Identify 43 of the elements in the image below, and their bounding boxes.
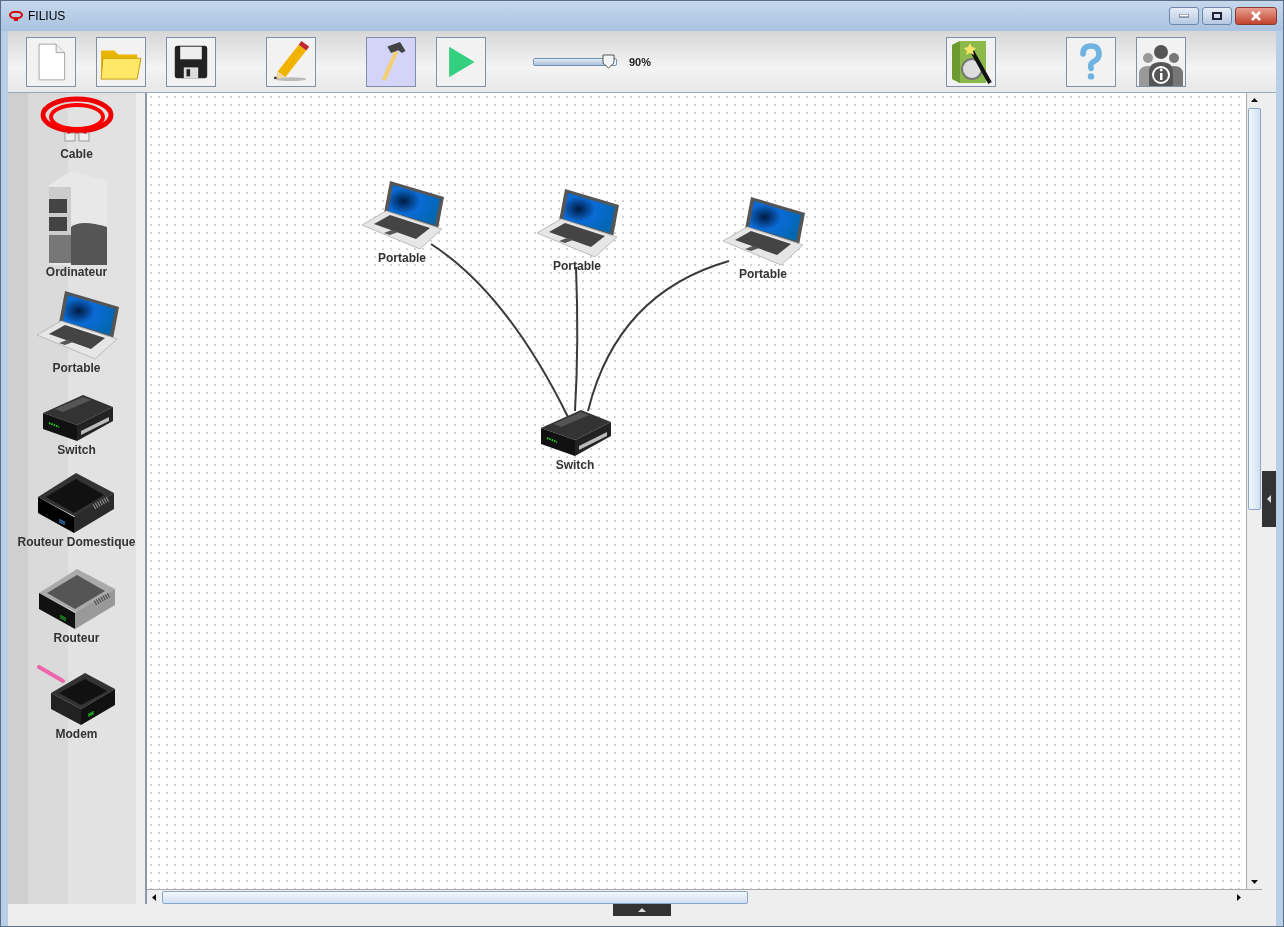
- laptop-icon: [360, 179, 444, 251]
- app-logo-icon: [9, 11, 23, 21]
- design-mode-button[interactable]: [366, 36, 416, 87]
- laptop-icon: [535, 187, 619, 259]
- device-palette-item[interactable]: Routeur: [36, 567, 117, 645]
- caret-icon: [1266, 494, 1272, 503]
- device-palette-item[interactable]: Ordinateur: [42, 169, 111, 279]
- router-icon: [36, 567, 117, 631]
- device-palette-item[interactable]: Modem: [36, 663, 117, 741]
- switch-node[interactable]: Switch: [539, 406, 611, 472]
- new-file-button[interactable]: [26, 36, 76, 87]
- laptop-node[interactable]: Portable: [360, 179, 444, 265]
- scrollbar-thumb[interactable]: [1248, 108, 1261, 510]
- device-palette-item[interactable]: Cable: [36, 95, 117, 161]
- laptop-icon: [34, 289, 119, 361]
- zoom-level-label: 90%: [629, 55, 652, 68]
- laptop-node[interactable]: Portable: [535, 187, 619, 273]
- minimize-icon: [1179, 14, 1189, 18]
- device-palette-item[interactable]: Switch: [40, 391, 113, 457]
- simulation-mode-button[interactable]: [436, 36, 486, 87]
- device-palette-item[interactable]: Routeur Domestique: [17, 471, 136, 549]
- laptop-node[interactable]: Portable: [721, 195, 805, 281]
- device-palette-item[interactable]: Portable: [34, 289, 119, 375]
- window-title: FILIUS: [28, 9, 67, 23]
- open-file-button[interactable]: [96, 36, 146, 87]
- zoom-slider[interactable]: [533, 57, 617, 66]
- help-button[interactable]: [1066, 36, 1117, 87]
- slider-thumb[interactable]: [601, 53, 615, 69]
- close-icon: [1250, 11, 1262, 21]
- maximize-icon: [1212, 12, 1222, 20]
- laptop-icon: [721, 195, 805, 267]
- wizard-button[interactable]: [946, 36, 997, 87]
- scrollbar-thumb[interactable]: [162, 891, 748, 904]
- save-button[interactable]: [166, 36, 216, 87]
- modem-icon: [36, 663, 117, 727]
- home-router-icon: [36, 471, 117, 535]
- edit-mode-button[interactable]: [266, 36, 316, 87]
- about-button[interactable]: [1136, 36, 1187, 87]
- maximize-button[interactable]: [1202, 7, 1232, 25]
- collapse-panel-tab[interactable]: [1262, 470, 1276, 527]
- close-button[interactable]: [1235, 7, 1277, 25]
- caret-icon: [637, 907, 647, 913]
- expand-panel-tab[interactable]: [613, 904, 671, 916]
